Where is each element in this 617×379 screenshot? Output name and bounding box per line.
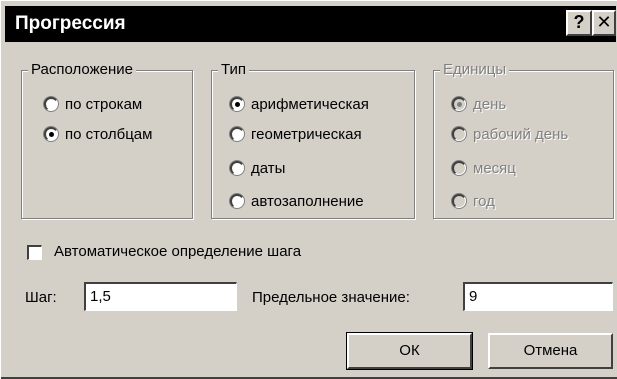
radio-day: день: [452, 93, 506, 115]
radio-icon: [452, 97, 466, 111]
ok-button[interactable]: ОК: [346, 332, 473, 370]
radio-geometric[interactable]: геометрическая: [230, 123, 362, 145]
radio-icon: [230, 97, 244, 111]
radio-icon: [452, 194, 466, 208]
radio-workday-label: рабочий день: [473, 125, 569, 143]
radio-year-label: год: [473, 192, 495, 210]
auto-step-label[interactable]: Автоматическое определение шага: [54, 243, 301, 260]
radio-day-label: день: [473, 95, 507, 113]
radio-autofill-label: автозаполнение: [251, 192, 364, 210]
radio-icon: [44, 97, 58, 111]
limit-label: Предельное значение:: [252, 289, 410, 306]
radio-by-rows-label: по строкам: [65, 95, 143, 113]
radio-arithmetic[interactable]: арифметическая: [230, 93, 369, 115]
radio-year: год: [452, 190, 495, 212]
window-title: Прогрессия: [15, 13, 126, 34]
close-icon: ✕: [596, 12, 612, 32]
placement-group: Расположение по строкам по столбцам: [21, 61, 193, 219]
cancel-button[interactable]: Отмена: [488, 333, 613, 369]
radio-icon: [452, 161, 466, 175]
radio-icon: [44, 127, 58, 141]
units-group: Единицы день рабочий день месяц год: [433, 61, 614, 219]
step-label: Шаг:: [25, 289, 57, 306]
radio-dates-label: даты: [251, 159, 286, 177]
radio-dates[interactable]: даты: [230, 157, 285, 179]
radio-icon: [230, 127, 244, 141]
radio-month: месяц: [452, 157, 516, 179]
limit-input[interactable]: 9: [463, 282, 613, 311]
radio-icon: [230, 194, 244, 208]
type-group-label: Тип: [218, 61, 250, 79]
step-input[interactable]: 1,5: [84, 282, 237, 311]
help-button[interactable]: ?: [566, 10, 592, 36]
close-button[interactable]: ✕: [592, 10, 616, 36]
auto-step-checkbox[interactable]: [27, 245, 42, 260]
units-group-label: Единицы: [440, 61, 510, 79]
radio-icon: [452, 127, 466, 141]
radio-by-columns[interactable]: по столбцам: [44, 123, 152, 145]
radio-month-label: месяц: [473, 159, 516, 177]
radio-arithmetic-label: арифметическая: [251, 95, 369, 113]
type-group: Тип арифметическая геометрическая даты а…: [211, 61, 415, 219]
radio-by-columns-label: по столбцам: [65, 125, 153, 143]
placement-group-label: Расположение: [28, 61, 136, 79]
radio-workday: рабочий день: [452, 123, 568, 145]
radio-by-rows[interactable]: по строкам: [44, 93, 142, 115]
radio-icon: [230, 161, 244, 175]
progression-dialog: Прогрессия ? ✕ Расположение по строкам п…: [0, 0, 617, 379]
radio-autofill[interactable]: автозаполнение: [230, 190, 364, 212]
title-bar[interactable]: Прогрессия ? ✕: [5, 6, 616, 42]
radio-geometric-label: геометрическая: [251, 125, 362, 143]
